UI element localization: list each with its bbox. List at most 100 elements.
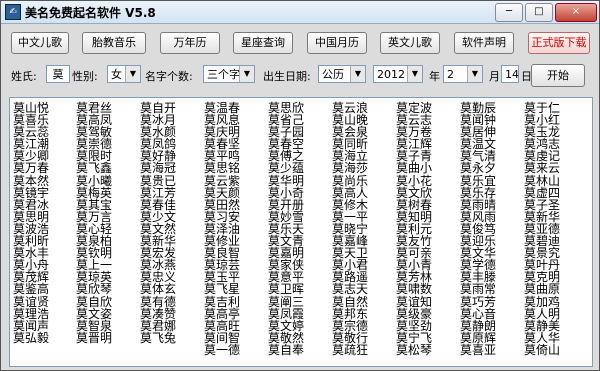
result-name[interactable]: 莫智泉 xyxy=(76,320,136,332)
result-name[interactable]: 莫鉴高 xyxy=(13,283,73,295)
app-window: ✍ 美名免费起名软件 V5.8 ─ □ × 中文儿歌 胎教音乐 万年历 星座查询… xyxy=(0,0,600,371)
result-name[interactable]: 莫永夕 xyxy=(460,162,520,174)
result-name[interactable]: 莫小曦 xyxy=(76,174,136,186)
result-name[interactable]: 莫镜宇 xyxy=(13,187,73,199)
maximize-button[interactable]: □ xyxy=(525,2,553,22)
result-name[interactable]: 莫级豪 xyxy=(396,307,456,319)
chinese-calendar-button[interactable]: 中国月历 xyxy=(307,32,367,54)
result-name[interactable]: 莫思铭 xyxy=(204,162,264,174)
result-name[interactable]: 莫松琴 xyxy=(396,344,456,356)
result-name[interactable]: 莫喜亚 xyxy=(460,344,520,356)
software-statement-button[interactable]: 软件声明 xyxy=(454,32,514,54)
close-button[interactable]: × xyxy=(555,2,597,22)
prenatal-music-button[interactable]: 胎教音乐 xyxy=(82,32,146,54)
result-name[interactable]: 莫吉利 xyxy=(204,295,264,307)
surname-input[interactable]: 莫 xyxy=(46,65,70,83)
result-name[interactable]: 莫文姿 xyxy=(76,307,136,319)
result-name[interactable]: 莫小奇 xyxy=(268,187,328,199)
result-name[interactable]: 莫卫晖 xyxy=(268,283,328,295)
download-full-version-button[interactable]: 正式版下载 xyxy=(528,32,590,54)
result-name[interactable]: 莫疏狂 xyxy=(332,344,392,356)
chevron-down-icon: ▼ xyxy=(407,66,422,82)
calendar-type-select[interactable]: 公历 ▼ xyxy=(318,65,366,83)
result-name[interactable]: 莫加鸡 xyxy=(524,295,584,307)
result-name[interactable]: 莫邦东 xyxy=(332,307,392,319)
month-select[interactable]: 2 ▼ xyxy=(443,65,483,83)
result-name[interactable]: 莫有德 xyxy=(140,295,200,307)
result-name[interactable]: 莫自奉 xyxy=(268,344,328,356)
result-name[interactable]: 莫体玄 xyxy=(140,283,200,295)
result-name[interactable]: 莫飞星 xyxy=(204,283,264,295)
result-column: 莫定波 莫云志 莫万卷 莫江辉 莫子青 莫曲小 莫小花 莫文欣 莫树春 莫知明 莫利元 莫友竹 莫可亲莫… xyxy=(396,102,456,356)
result-name[interactable]: 莫理浩 xyxy=(13,307,73,319)
result-name[interactable]: 莫巧芳 xyxy=(460,295,520,307)
chinese-songs-button[interactable]: 中文儿歌 xyxy=(11,32,69,54)
result-name[interactable]: 莫谊知 xyxy=(396,295,456,307)
result-name[interactable]: 莫弘毅 xyxy=(13,332,73,344)
result-name[interactable]: 莫万春 xyxy=(13,162,73,174)
result-name[interactable]: 莫天颜 xyxy=(204,187,264,199)
result-name[interactable]: 莫凑赞 xyxy=(140,307,200,319)
result-name[interactable]: 莫欣琴 xyxy=(76,283,136,295)
window-title: 美名免费起名软件 V5.8 xyxy=(25,5,156,20)
name-count-select[interactable]: 三个字 ▼ xyxy=(203,65,255,83)
result-name[interactable]: 莫高人 xyxy=(332,187,392,199)
result-column: 莫勤辰 莫闻钟 莫居伸 莫温文 莫气清 莫永夕 莫乐宜 莫乐存 莫雨晴 莫风雨 莫俊笃 莫迎乐 莫文华莫… xyxy=(460,102,520,356)
result-name[interactable]: 莫倚山 xyxy=(524,344,584,356)
result-name[interactable]: 莫自然 xyxy=(332,295,392,307)
result-name[interactable]: 莫乐存 xyxy=(460,187,520,199)
result-name[interactable]: 莫贵已 xyxy=(140,174,200,186)
title-bar: ✍ 美名免费起名软件 V5.8 ─ □ × xyxy=(1,1,599,24)
result-name[interactable]: 莫心音 xyxy=(460,307,520,319)
result-name[interactable]: 莫梅英 xyxy=(76,187,136,199)
result-name[interactable]: 莫自欣 xyxy=(76,295,136,307)
result-name[interactable]: 莫凤霞 xyxy=(268,307,328,319)
result-name[interactable]: 莫君娜 xyxy=(140,320,200,332)
result-name[interactable]: 莫人明 xyxy=(524,307,584,319)
horoscope-button[interactable]: 星座查询 xyxy=(233,32,293,54)
result-name[interactable]: 莫高亭 xyxy=(204,307,264,319)
result-name[interactable]: 莫海莎 xyxy=(332,162,392,174)
result-name[interactable]: 莫静美 xyxy=(524,320,584,332)
chevron-down-icon: ▼ xyxy=(467,66,482,82)
result-name[interactable]: 莫谊贤 xyxy=(13,295,73,307)
results-list[interactable]: 莫山悦 莫喜乐 莫云蕊 莫江潮 莫少卿 莫万春 莫本然 莫镜宇 莫君冰 莫思明 莫波浩 莫利昕 莫水丰莫… xyxy=(9,97,593,367)
result-name[interactable]: 莫华明 xyxy=(268,174,328,186)
result-name[interactable]: 莫本然 xyxy=(13,174,73,186)
result-name[interactable]: 莫一德 xyxy=(204,344,264,356)
result-name[interactable]: 莫曲原 xyxy=(524,283,584,295)
result-name[interactable]: 莫曲小 xyxy=(396,162,456,174)
gender-select[interactable]: 女 ▼ xyxy=(107,65,141,83)
english-songs-button[interactable]: 英文儿歌 xyxy=(380,32,440,54)
day-select[interactable]: 14 xyxy=(501,65,519,83)
result-name[interactable]: 莫云紫 xyxy=(204,174,264,186)
result-name[interactable]: 莫林山 xyxy=(524,174,584,186)
result-name[interactable]: 莫飞兔 xyxy=(140,332,200,344)
result-name[interactable]: 莫尚乐 xyxy=(332,174,392,186)
result-name[interactable]: 莫江芳 xyxy=(140,187,200,199)
result-name[interactable]: 莫晋明 xyxy=(76,332,136,344)
result-name[interactable]: 莫文欣 xyxy=(396,187,456,199)
start-button[interactable]: 开始 xyxy=(531,64,585,87)
result-name[interactable]: 莫志天 xyxy=(332,283,392,295)
result-name[interactable]: 莫文婷 xyxy=(268,320,328,332)
result-name[interactable]: 莫小花 xyxy=(396,174,456,186)
result-name[interactable]: 莫宗德 xyxy=(332,320,392,332)
minimize-button[interactable]: ─ xyxy=(495,2,523,22)
result-name[interactable]: 莫雨常 xyxy=(460,283,520,295)
chevron-down-icon: ▼ xyxy=(350,66,365,82)
year-select[interactable]: 2012 ▼ xyxy=(373,65,423,83)
result-name[interactable]: 莫坚劲 xyxy=(396,320,456,332)
result-name[interactable]: 莫闻声 xyxy=(13,320,73,332)
result-name[interactable]: 莫飞鑫 xyxy=(76,162,136,174)
result-name[interactable]: 莫乐宜 xyxy=(460,174,520,186)
result-name[interactable]: 莫阐三 xyxy=(268,295,328,307)
result-name[interactable]: 莫啸数 xyxy=(396,283,456,295)
result-name[interactable]: 莫海冠 xyxy=(140,162,200,174)
result-name[interactable]: 莫少蕴 xyxy=(268,162,328,174)
result-name[interactable]: 莫虚四 xyxy=(524,187,584,199)
result-name[interactable]: 莫高旺 xyxy=(204,320,264,332)
result-name[interactable]: 莫来云 xyxy=(524,162,584,174)
perpetual-calendar-button[interactable]: 万年历 xyxy=(160,32,220,54)
result-name[interactable]: 莫静朗 xyxy=(460,320,520,332)
